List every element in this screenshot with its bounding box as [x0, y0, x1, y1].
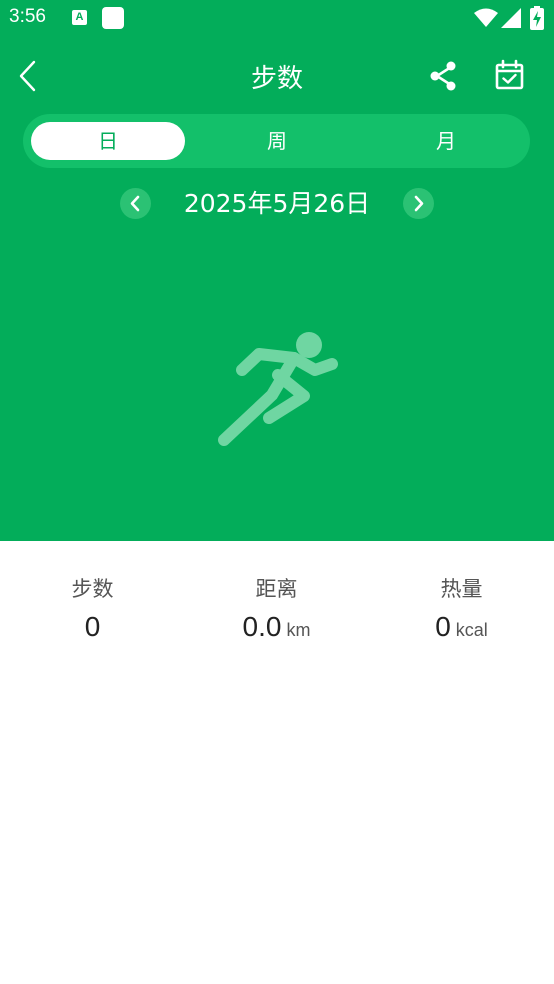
stat-steps: 步数 0: [0, 574, 185, 648]
tab-week[interactable]: 周: [200, 122, 354, 160]
stat-value-row: 0.0 km: [184, 610, 369, 648]
chevron-right-icon: [414, 195, 424, 212]
steps-value: 0: [84, 611, 101, 642]
date-navigator: 2025年5月26日: [0, 186, 554, 222]
page-title: 步数: [250, 64, 303, 94]
app-blank-icon: [102, 7, 124, 29]
stat-distance: 距离 0.0 km: [184, 574, 369, 648]
share-button[interactable]: [425, 58, 461, 94]
share-icon: [430, 61, 456, 91]
tab-month[interactable]: 月: [369, 122, 523, 160]
next-date-button[interactable]: [403, 188, 434, 219]
stat-label: 热量: [440, 577, 483, 601]
stat-label: 步数: [71, 577, 114, 601]
stat-value-row: 0: [0, 610, 185, 648]
signal-icon: [501, 8, 521, 28]
calories-value: 0: [435, 611, 451, 642]
status-time: 3:56: [9, 6, 46, 27]
runner-icon: [218, 332, 338, 446]
top-app-bar: 步数: [0, 48, 554, 104]
distance-value: 0.0: [242, 611, 282, 642]
wifi-icon: [474, 8, 498, 27]
distance-unit: km: [286, 620, 311, 640]
stat-value-row: 0 kcal: [369, 610, 554, 648]
stat-calories: 热量 0 kcal: [369, 574, 554, 648]
tab-day[interactable]: 日: [31, 122, 185, 160]
calories-unit: kcal: [455, 620, 488, 640]
battery-charging-icon: [530, 6, 544, 30]
status-bar: 3:56 A: [0, 0, 554, 38]
calendar-button[interactable]: [492, 58, 528, 94]
period-tab-bar: 日 周 月: [23, 114, 530, 168]
app-a-icon: A: [72, 10, 87, 25]
stat-label: 距离: [255, 577, 298, 601]
app-a-letter: A: [75, 11, 84, 23]
current-date[interactable]: 2025年5月26日: [0, 186, 554, 222]
calendar-check-icon: [495, 59, 524, 90]
